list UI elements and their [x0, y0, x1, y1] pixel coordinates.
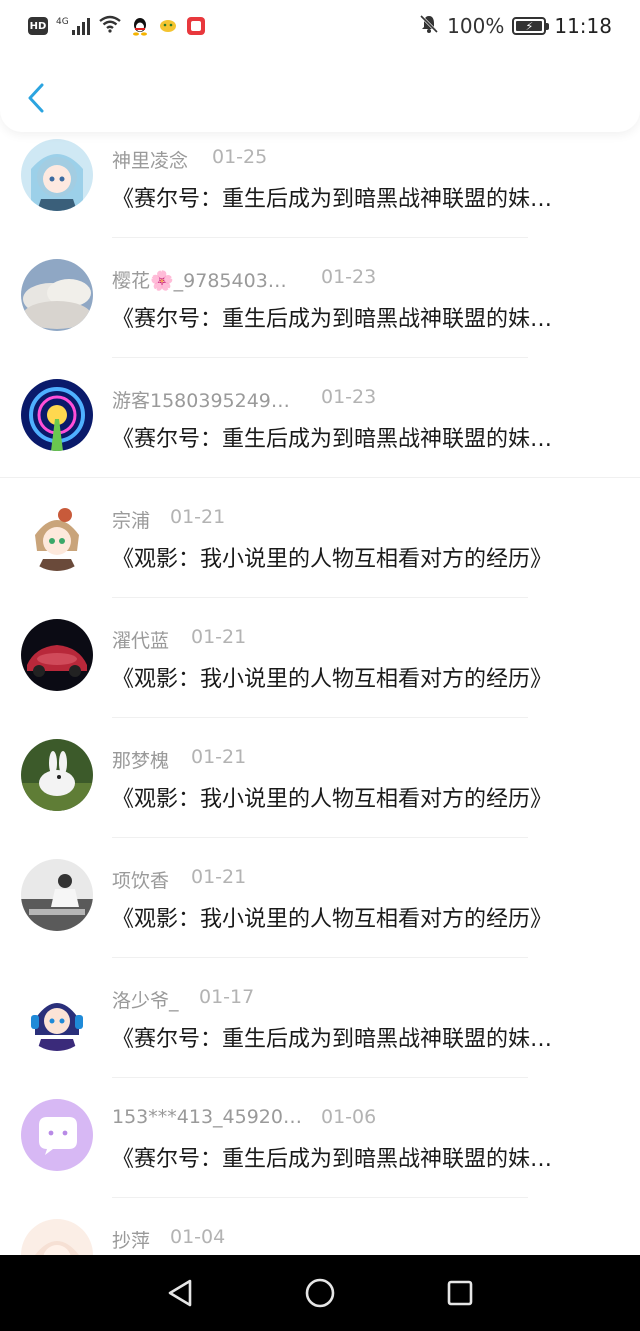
- status-bar: HD 4G 100% ⚡ 11:18: [0, 0, 640, 52]
- date: 01-21: [191, 746, 247, 768]
- avatar[interactable]: [21, 259, 93, 331]
- triangle-back-icon: [168, 1279, 192, 1307]
- work-title: 《观影：我小说里的人物互相看对方的经历》: [112, 907, 553, 932]
- date: 01-23: [321, 386, 377, 408]
- list-item[interactable]: 濯代蓝 01-21 《观影：我小说里的人物互相看对方的经历》: [0, 598, 640, 718]
- list-item[interactable]: 洛少爷_ 01-17 《赛尔号：重生后成为到暗黑战神联盟的妹…: [0, 958, 640, 1078]
- avatar[interactable]: [21, 859, 93, 931]
- square-recents-icon: [447, 1280, 473, 1306]
- avatar[interactable]: [21, 619, 93, 691]
- wifi-icon: [98, 14, 122, 38]
- work-title: 《赛尔号：重生后成为到暗黑战神联盟的妹…: [112, 1027, 553, 1052]
- work-title: 《观影：我小说里的人物互相看对方的经历》: [112, 667, 553, 692]
- username: 神里凌念: [112, 150, 189, 172]
- date: 01-04: [170, 1226, 226, 1248]
- battery-percent: 100%: [447, 14, 505, 38]
- username: 濯代蓝: [112, 630, 170, 652]
- username: 樱花🌸_9785403…: [112, 270, 287, 292]
- work-title: 《赛尔号：重生后成为到暗黑战神联盟的妹…: [112, 187, 553, 212]
- nav-back-button[interactable]: [160, 1273, 200, 1313]
- list-item[interactable]: 神里凌念 01-25 《赛尔号：重生后成为到暗黑战神联盟的妹…: [0, 118, 640, 238]
- list-item[interactable]: 153***413_45920… 01-06 《赛尔号：重生后成为到暗黑战神联盟…: [0, 1078, 640, 1198]
- list-item[interactable]: 项饮香 01-21 《观影：我小说里的人物互相看对方的经历》: [0, 838, 640, 958]
- username: 项饮香: [112, 870, 170, 892]
- date: 01-23: [321, 266, 377, 288]
- status-left: HD 4G: [28, 14, 206, 38]
- date: 01-25: [212, 146, 268, 168]
- signal-icon: 4G: [56, 17, 90, 35]
- list-item[interactable]: 樱花🌸_9785403… 01-23 《赛尔号：重生后成为到暗黑战神联盟的妹…: [0, 238, 640, 358]
- network-gen: 4G: [56, 17, 69, 27]
- hd-badge: HD: [28, 17, 48, 35]
- username: 游客1580395249…: [112, 390, 290, 412]
- work-title: 《赛尔号：重生后成为到暗黑战神联盟的妹…: [112, 427, 553, 452]
- work-title: 《赛尔号：重生后成为到暗黑战神联盟的妹…: [112, 1147, 553, 1172]
- avatar[interactable]: [21, 139, 93, 211]
- avatar[interactable]: [21, 499, 93, 571]
- header: HD 4G 100% ⚡ 11:18: [0, 0, 640, 132]
- list-item[interactable]: 游客1580395249… 01-23 《赛尔号：重生后成为到暗黑战神联盟的妹…: [0, 358, 640, 478]
- chat-app-icon: [158, 16, 178, 36]
- work-title: 《观影：我小说里的人物互相看对方的经历》: [112, 547, 553, 572]
- mute-bell-icon: [419, 14, 439, 39]
- avatar[interactable]: [21, 379, 93, 451]
- date: 01-21: [170, 506, 226, 528]
- red-app-icon: [186, 16, 206, 36]
- circle-home-icon: [305, 1278, 335, 1308]
- list-item[interactable]: 宗浦 01-21 《观影：我小说里的人物互相看对方的经历》: [0, 478, 640, 598]
- date: 01-21: [191, 626, 247, 648]
- username: 洛少爷_: [112, 990, 179, 1012]
- username: 153***413_45920…: [112, 1106, 302, 1128]
- avatar[interactable]: [21, 979, 93, 1051]
- battery-icon: ⚡: [512, 17, 550, 35]
- username: 宗浦: [112, 510, 151, 532]
- date: 01-06: [321, 1106, 377, 1128]
- date: 01-21: [191, 866, 247, 888]
- avatar[interactable]: [21, 1099, 93, 1171]
- date: 01-17: [199, 986, 255, 1008]
- qq-icon: [130, 16, 150, 36]
- work-title: 《赛尔号：重生后成为到暗黑战神联盟的妹…: [112, 307, 553, 332]
- status-right: 100% ⚡ 11:18: [419, 14, 612, 39]
- avatar[interactable]: [21, 739, 93, 811]
- system-nav-bar: [0, 1255, 640, 1331]
- screen: HD 4G 100% ⚡ 11:18 神里凌念 01-25 《赛尔号：重生后成为…: [0, 0, 640, 1331]
- back-button[interactable]: [18, 78, 54, 118]
- nav-home-button[interactable]: [300, 1273, 340, 1313]
- username: 那梦槐: [112, 750, 170, 772]
- username: 抄萍: [112, 1230, 151, 1252]
- chevron-left-icon: [28, 83, 44, 113]
- clock: 11:18: [554, 14, 612, 38]
- nav-recents-button[interactable]: [440, 1273, 480, 1313]
- work-title: 《观影：我小说里的人物互相看对方的经历》: [112, 787, 553, 812]
- list-item[interactable]: 那梦槐 01-21 《观影：我小说里的人物互相看对方的经历》: [0, 718, 640, 838]
